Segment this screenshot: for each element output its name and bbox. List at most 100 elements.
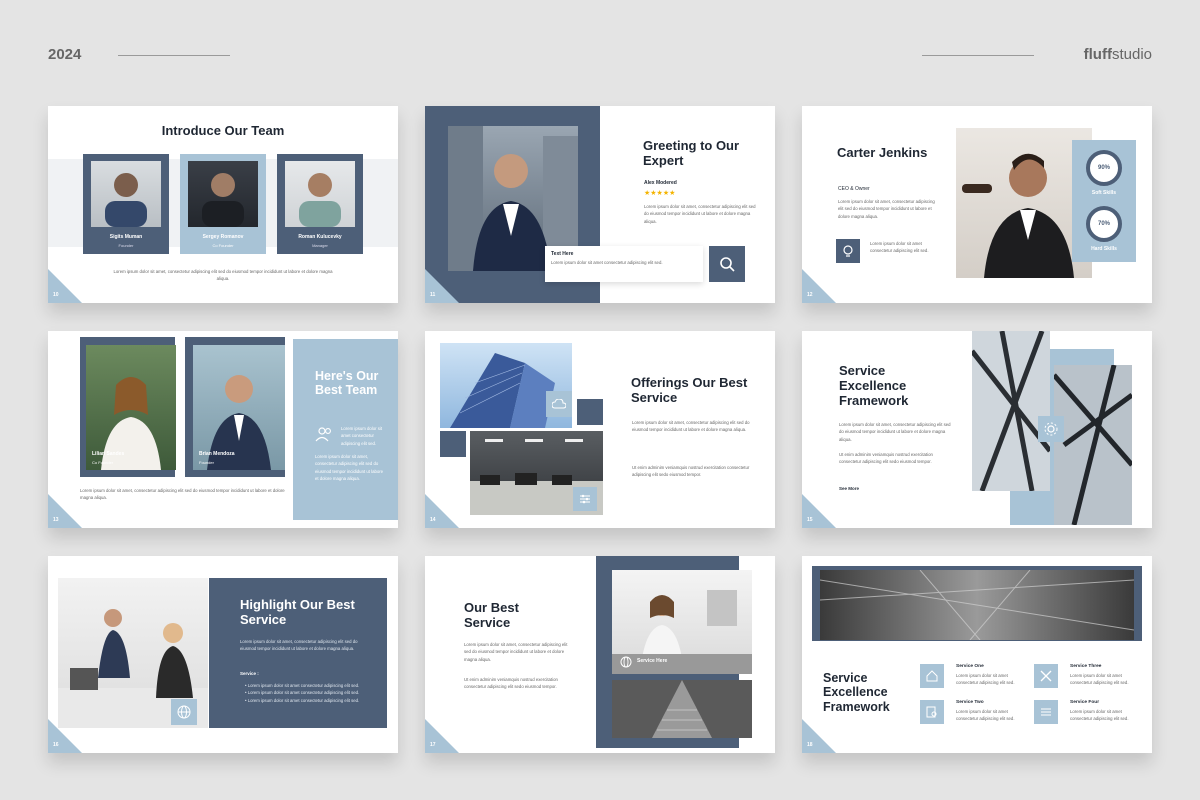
slide-13[interactable]: Lilian Sandes Co Founder Brian Mendoza F… <box>48 331 398 528</box>
title-panel: Here's Our Best Team Lorem ipsum dolor s… <box>293 339 398 520</box>
slide-title: Offerings Our Best Service <box>631 375 748 405</box>
workspace-photo: Service Here <box>612 570 752 674</box>
document-search-icon <box>920 700 944 724</box>
slide-number: 14 <box>430 517 436 523</box>
corner-accent: 18 <box>802 719 836 753</box>
body-text-1: Lorem ipsum dolor sit amet, consectetur … <box>464 642 568 662</box>
service-name: Service Two <box>956 700 984 705</box>
corner-accent: 15 <box>802 494 836 528</box>
service-name: Service Four <box>1070 700 1100 705</box>
slide-number: 16 <box>53 742 59 748</box>
header-bar: 2024 fluffstudio <box>0 0 1200 100</box>
member-role: Co Founder <box>212 243 234 248</box>
sliders-icon <box>573 487 597 511</box>
service-desc: Lorem ipsum dolor sit amet consectetur a… <box>1070 709 1129 722</box>
service-label: Service : <box>240 671 259 676</box>
structure-photo-left <box>972 331 1050 491</box>
body-text: Lorem ipsum dolor sit amet, consectetur … <box>838 199 935 219</box>
accent-square <box>577 399 603 425</box>
rating-stars: ★★★★★ <box>644 190 676 197</box>
globe-icon <box>171 699 197 725</box>
home-icon <box>920 664 944 688</box>
member-role-2: Founder <box>199 460 214 465</box>
photo-caption: Service Here <box>637 658 668 664</box>
brand-logo: fluffstudio <box>1083 46 1152 63</box>
text-card-title: Text Here <box>551 251 574 257</box>
body-text-2: Ut enim adminim veniamquis nostrud exerc… <box>632 465 750 478</box>
slide-14[interactable]: Offerings Our Best Service Lorem ipsum d… <box>425 331 775 528</box>
service-desc: Lorem ipsum dolor sit amet consectetur a… <box>956 673 1015 686</box>
member-role-1: Co Founder <box>92 460 114 465</box>
member-photo <box>188 161 258 227</box>
slide-18[interactable]: Service Excellence Framework Service One… <box>802 556 1152 753</box>
body-text: Lorem ipsum dolor sit amet, consectetur … <box>839 422 951 442</box>
member-name-2: Brian Mendoza <box>199 451 235 457</box>
slide-title: Greeting to Our Expert <box>643 138 740 168</box>
cloud-icon <box>546 391 572 417</box>
slide-title: Introduce Our Team <box>161 123 285 138</box>
slide-number: 18 <box>807 742 813 748</box>
corner-accent: 13 <box>48 494 82 528</box>
accent-square <box>440 431 466 457</box>
slide-title: Here's Our Best Team <box>315 369 379 398</box>
panel-text: Lorem ipsum dolor sit amet, consectetur … <box>315 454 384 481</box>
lightbulb-text: Lorem ipsum dolor sit amet consectetur a… <box>870 241 929 254</box>
body-text: Lorem ipsum dolor sit amet, consectetur … <box>113 269 333 282</box>
banner-photo <box>820 570 1134 640</box>
member-role: Founder <box>118 243 134 248</box>
slide-title: Service Excellence Framework <box>823 671 890 714</box>
year-label: 2024 <box>48 46 82 63</box>
slide-title: Service Excellence Framework <box>839 363 909 408</box>
see-more-link[interactable]: See More <box>839 486 859 491</box>
service-desc: Lorem ipsum dolor sit amet consectetur a… <box>1070 673 1129 686</box>
member-photo <box>285 161 355 227</box>
role-label: CEO & Owner <box>838 186 870 192</box>
slide-11[interactable]: Greeting to Our Expert Alex Modered ★★★★… <box>425 106 775 303</box>
service-desc: Lorem ipsum dolor sit amet consectetur a… <box>956 709 1015 722</box>
service-list: • Lorem ipsum dolor sit amet consectetur… <box>245 683 360 703</box>
slide-17[interactable]: Our Best Service Lorem ipsum dolor sit a… <box>425 556 775 753</box>
member-role: Manager <box>312 243 328 248</box>
body-text: Lorem ipsum dolor sit amet, consectetur … <box>240 639 358 652</box>
lightbulb-icon <box>836 239 860 263</box>
member-name: Sigits Muman <box>109 234 143 240</box>
member-card-2[interactable]: Sergey Romanov Co Founder <box>180 154 266 254</box>
member-name: Roman Kulucevky <box>298 234 342 240</box>
member-name: Sergey Romanov <box>202 234 244 240</box>
users-icon <box>315 425 333 443</box>
member-card-3[interactable]: Roman Kulucevky Manager <box>277 154 363 254</box>
slide-title: Carter Jenkins <box>837 145 928 160</box>
member-photo-2: Brian Mendoza Founder <box>193 345 285 470</box>
slide-title: Our Best Service <box>464 600 519 630</box>
skill-gauge-1: 90% <box>1086 150 1122 186</box>
content-panel: Highlight Our Best Service Lorem ipsum d… <box>209 578 387 728</box>
slide-12[interactable]: Carter Jenkins CEO & Owner Lorem ipsum d… <box>802 106 1152 303</box>
skill-gauge-2: 70% <box>1086 206 1122 242</box>
slide-10[interactable]: Introduce Our Team Sigits Muman Founder … <box>48 106 398 303</box>
corner-accent: 14 <box>425 494 459 528</box>
slide-number: 15 <box>807 517 813 523</box>
architecture-photo <box>612 680 752 738</box>
globe-icon <box>620 656 632 668</box>
text-card-body: Lorem ipsum dolor sit amet consectetur a… <box>551 260 663 265</box>
body-text-2: Ut enim adminim veniamquis nostrud exerc… <box>839 452 933 465</box>
slide-15[interactable]: Service Excellence Framework Lorem ipsum… <box>802 331 1152 528</box>
member-name-1: Lilian Sandes <box>92 451 125 457</box>
service-name: Service Three <box>1070 664 1102 669</box>
expert-name: Alex Modered <box>644 180 677 186</box>
slide-number: 17 <box>430 742 436 748</box>
sliders-icon <box>1034 700 1058 724</box>
gear-icon <box>1038 416 1064 442</box>
structure-photo-right <box>1054 365 1132 525</box>
slide-number: 13 <box>53 517 59 523</box>
body-text: Lorem ipsum dolor sit amet, consectetur … <box>80 488 285 501</box>
slide-number: 12 <box>807 292 813 298</box>
skills-panel: 90% Soft Skills 70% Hard Skills <box>1072 140 1136 262</box>
member-card-1[interactable]: Sigits Muman Founder <box>83 154 169 254</box>
search-icon[interactable] <box>709 246 745 282</box>
body-text-2: Ut enim adminim veniamquis nostrud exerc… <box>464 677 558 690</box>
slide-16[interactable]: Highlight Our Best Service Lorem ipsum d… <box>48 556 398 753</box>
skill-label-1: Soft Skills <box>1091 190 1117 196</box>
corner-accent: 12 <box>802 269 836 303</box>
slide-number: 10 <box>53 292 59 298</box>
